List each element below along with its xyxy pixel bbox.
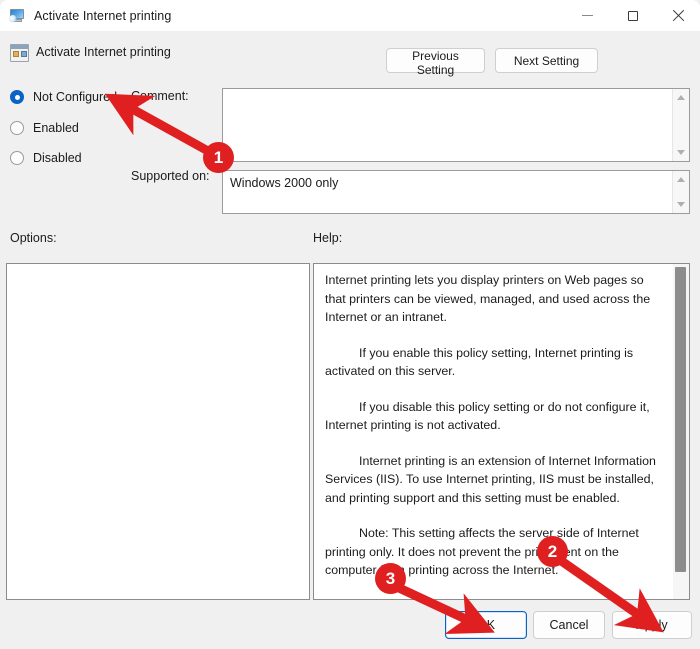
previous-setting-button[interactable]: Previous Setting [386, 48, 485, 77]
window-titlebar: Activate Internet printing [0, 0, 700, 31]
group-policy-setting-dialog: Activate Internet printing Activate Inte… [0, 0, 700, 649]
radio-disabled[interactable]: Disabled [10, 151, 82, 165]
help-paragraph: Note: This setting affects the server si… [325, 526, 639, 577]
maximize-icon [627, 10, 638, 21]
help-scrollbar-thumb[interactable] [675, 267, 686, 572]
radio-selected-icon [10, 90, 24, 104]
close-button[interactable] [655, 0, 700, 31]
help-paragraph: Internet printing lets you display print… [325, 273, 651, 324]
help-scrollbar[interactable] [673, 264, 689, 599]
scroll-up-icon[interactable] [677, 177, 685, 182]
help-paragraph: If you disable this policy setting or do… [325, 399, 650, 433]
options-panel[interactable] [6, 263, 310, 600]
scroll-down-icon[interactable] [677, 202, 685, 207]
cancel-button[interactable]: Cancel [533, 611, 605, 639]
minimize-button[interactable] [565, 0, 610, 31]
supported-on-scrollbar[interactable] [672, 171, 689, 213]
scroll-up-icon[interactable] [677, 95, 685, 100]
scroll-down-icon[interactable] [677, 150, 685, 155]
window-controls [565, 0, 700, 31]
supported-on-textbox[interactable]: Windows 2000 only [222, 170, 690, 214]
radio-enabled[interactable]: Enabled [10, 121, 79, 135]
radio-unselected-icon [10, 121, 24, 135]
policy-setting-icon [10, 44, 29, 62]
comment-textbox[interactable] [222, 88, 690, 162]
minimize-icon [582, 15, 593, 16]
supported-on-label: Supported on: [131, 169, 210, 183]
annotation-marker-1: 1 [203, 142, 234, 173]
radio-not-configured[interactable]: Not Configured [10, 90, 117, 104]
options-label: Options: [10, 231, 57, 245]
radio-disabled-label: Disabled [33, 151, 82, 165]
supported-on-value: Windows 2000 only [230, 176, 339, 190]
radio-unselected-icon [10, 151, 24, 165]
help-label: Help: [313, 231, 343, 245]
policy-title: Activate Internet printing [36, 45, 171, 59]
help-text-content: Internet printing lets you display print… [325, 271, 656, 593]
close-icon [672, 10, 684, 22]
monitor-printer-icon [9, 7, 26, 24]
comment-scrollbar[interactable] [672, 89, 689, 161]
radio-enabled-label: Enabled [33, 121, 79, 135]
maximize-button[interactable] [610, 0, 655, 31]
next-setting-button[interactable]: Next Setting [495, 48, 598, 73]
help-paragraph: If you enable this policy setting, Inter… [325, 345, 634, 379]
apply-button[interactable]: Apply [612, 611, 692, 639]
annotation-marker-2: 2 [537, 536, 568, 567]
help-panel: Internet printing lets you display print… [313, 263, 690, 600]
help-paragraph: Internet printing is an extension of Int… [325, 453, 656, 505]
comment-label: Comment: [131, 89, 189, 103]
window-title: Activate Internet printing [34, 8, 172, 23]
ok-button[interactable]: OK [445, 611, 527, 639]
annotation-marker-3: 3 [375, 563, 406, 594]
radio-not-configured-label: Not Configured [33, 90, 118, 104]
